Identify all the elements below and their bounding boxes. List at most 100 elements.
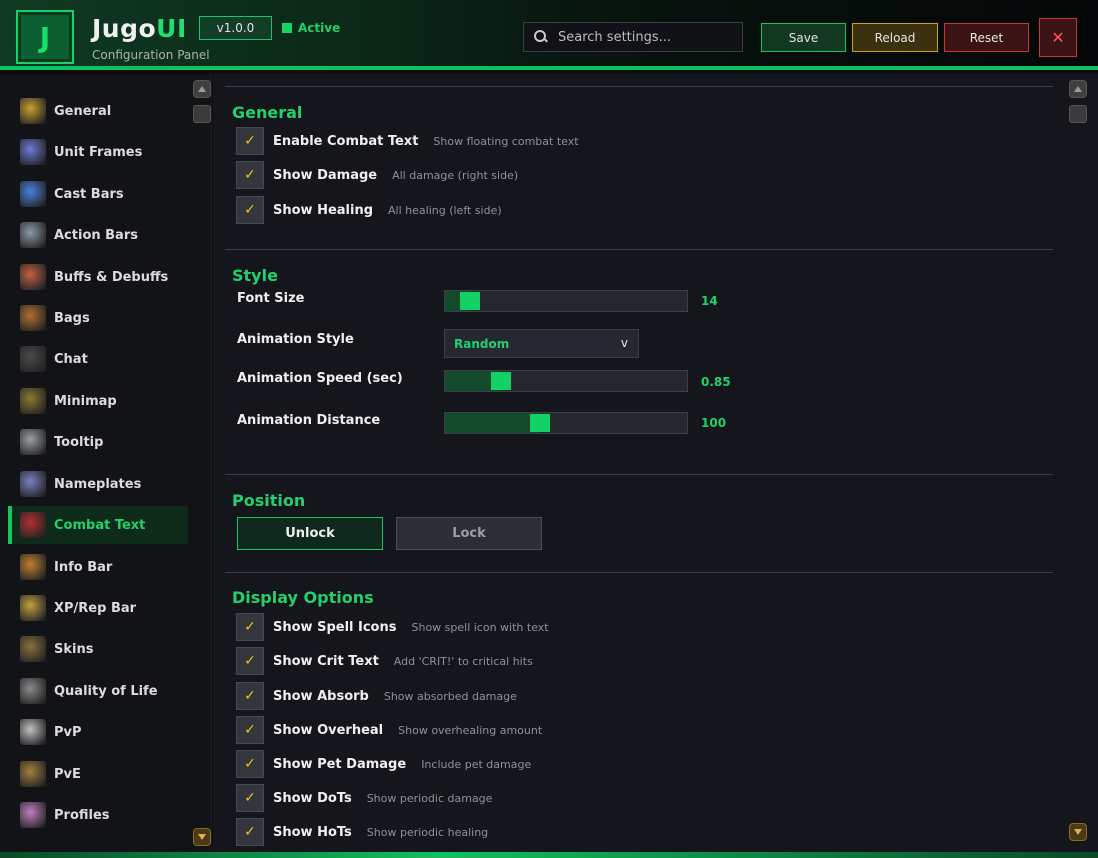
sidebar-item[interactable]: Minimap [8, 382, 188, 420]
gear-icon [20, 98, 46, 124]
unlock-button[interactable]: Unlock [237, 517, 383, 550]
animation-speed-slider[interactable] [444, 370, 688, 392]
main-scroll-up-icon[interactable] [1069, 80, 1087, 98]
checkbox[interactable]: ✓ [236, 196, 264, 224]
checkbox[interactable]: ✓ [236, 750, 264, 778]
sidebar-item[interactable]: General [8, 92, 188, 130]
checkbox[interactable]: ✓ [236, 613, 264, 641]
checkbox-description: Show periodic damage [366, 791, 493, 805]
sidebar-item[interactable]: Tooltip [8, 423, 188, 461]
checkbox[interactable]: ✓ [236, 127, 264, 155]
save-button[interactable]: Save [761, 23, 846, 52]
sidebar-item[interactable]: PvP [8, 713, 188, 751]
sidebar-item[interactable]: Nameplates [8, 465, 188, 503]
spell-icon [20, 181, 46, 207]
checkbox-row: ✓ Show Absorb Show absorbed damage [236, 682, 517, 710]
version-badge: v1.0.0 [199, 16, 272, 40]
checkmark-icon: ✓ [244, 202, 256, 218]
sidebar-item[interactable]: Chat [8, 340, 188, 378]
sidebar-item[interactable]: Cast Bars [8, 175, 188, 213]
checkmark-icon: ✓ [244, 790, 256, 806]
main-scroll-thumb[interactable] [1069, 105, 1087, 123]
checkbox-description: Show floating combat text [433, 134, 579, 148]
sidebar-item[interactable]: Bags [8, 299, 188, 337]
sidebar-item[interactable]: Quality of Life [8, 672, 188, 710]
animation-style-select[interactable]: Random v [444, 329, 639, 358]
checkbox-label: Show Overheal [273, 722, 384, 738]
close-button[interactable]: ✕ [1039, 18, 1077, 57]
sidebar-scroll-down-icon[interactable] [193, 828, 211, 846]
lock-button[interactable]: Lock [396, 517, 542, 550]
sidebar-item[interactable]: XP/Rep Bar [8, 589, 188, 627]
checkbox-label: Show Damage [273, 167, 378, 183]
portrait-icon [20, 139, 46, 165]
sidebar-item-label: Unit Frames [54, 144, 143, 160]
search-box[interactable] [523, 22, 743, 52]
slider-thumb[interactable] [460, 292, 480, 310]
checkbox-label: Enable Combat Text [273, 133, 419, 149]
checkbox[interactable]: ✓ [236, 647, 264, 675]
checkbox[interactable]: ✓ [236, 818, 264, 846]
sidebar-item-label: Nameplates [54, 476, 142, 492]
checkmark-icon: ✓ [244, 133, 256, 149]
checkbox[interactable]: ✓ [236, 784, 264, 812]
sidebar-item[interactable]: Unit Frames [8, 133, 188, 171]
sidebar-scroll-up-icon[interactable] [193, 80, 211, 98]
sidebar-item[interactable]: Profiles [8, 796, 188, 834]
sidebar-item[interactable]: Combat Text [8, 506, 188, 544]
animation-speed-label: Animation Speed (sec) [237, 371, 403, 386]
animation-distance-label: Animation Distance [237, 413, 381, 428]
sidebar-item[interactable]: Action Bars [8, 216, 188, 254]
sidebar-item-label: Cast Bars [54, 186, 124, 202]
section-title-position: Position [232, 491, 306, 510]
app-subtitle: Configuration Panel [92, 48, 210, 62]
animation-style-value: Random [454, 336, 510, 351]
sidebar-item[interactable]: Skins [8, 630, 188, 668]
sidebar-item-label: Tooltip [54, 434, 104, 450]
header-bar: J JugoUI Configuration Panel v1.0.0 Acti… [0, 0, 1098, 70]
reload-button[interactable]: Reload [852, 23, 938, 52]
checkbox[interactable]: ✓ [236, 161, 264, 189]
main-scroll-down-icon[interactable] [1069, 823, 1087, 841]
font-size-value: 14 [701, 294, 718, 308]
animation-distance-slider[interactable] [444, 412, 688, 434]
arrow-icon [20, 471, 46, 497]
app-title-main: Jugo [92, 14, 157, 43]
sidebar-item-label: Skins [54, 641, 94, 657]
checkbox-description: Show overhealing amount [398, 723, 543, 737]
status-label: Active [298, 21, 341, 35]
app-title: JugoUI [92, 14, 187, 43]
section-title-display-options: Display Options [232, 588, 374, 607]
bag-icon [20, 305, 46, 331]
main-panel: General ✓ Enable Combat Text Show floating… [213, 74, 1098, 852]
logo-letter: J [39, 20, 51, 54]
checkbox-label: Show Pet Damage [273, 756, 407, 772]
checkbox[interactable]: ✓ [236, 716, 264, 744]
sidebar-item[interactable]: Buffs & Debuffs [8, 258, 188, 296]
search-input[interactable] [558, 29, 738, 45]
font-size-slider[interactable] [444, 290, 688, 312]
sidebar-item-label: Action Bars [54, 227, 138, 243]
sidebar-scroll-thumb[interactable] [193, 105, 211, 123]
checkbox-description: Show periodic healing [366, 825, 489, 839]
sidebar-item[interactable]: PvE [8, 755, 188, 793]
slider-thumb[interactable] [491, 372, 511, 390]
checkbox-row: ✓ Show Crit Text Add 'CRIT!' to critical h… [236, 647, 533, 675]
checkbox-label: Show DoTs [273, 790, 352, 806]
checkmark-icon: ✓ [244, 653, 256, 669]
slider-thumb[interactable] [530, 414, 550, 432]
checkbox[interactable]: ✓ [236, 682, 264, 710]
app-title-accent: UI [156, 14, 187, 43]
animation-speed-value: 0.85 [701, 375, 731, 389]
checkbox-row: ✓ Show Overheal Show overhealing amount [236, 716, 542, 744]
paint-icon [20, 636, 46, 662]
checkbox-row: ✓ Show Spell Icons Show spell icon with te… [236, 613, 549, 641]
helmet-icon [20, 678, 46, 704]
checkbox-label: Show HoTs [273, 824, 352, 840]
reset-button[interactable]: Reset [944, 23, 1029, 52]
aura-icon [20, 264, 46, 290]
map-icon [20, 388, 46, 414]
scroll-icon [20, 429, 46, 455]
crossed-swords-icon [20, 719, 46, 745]
sidebar-item[interactable]: Info Bar [8, 548, 188, 586]
